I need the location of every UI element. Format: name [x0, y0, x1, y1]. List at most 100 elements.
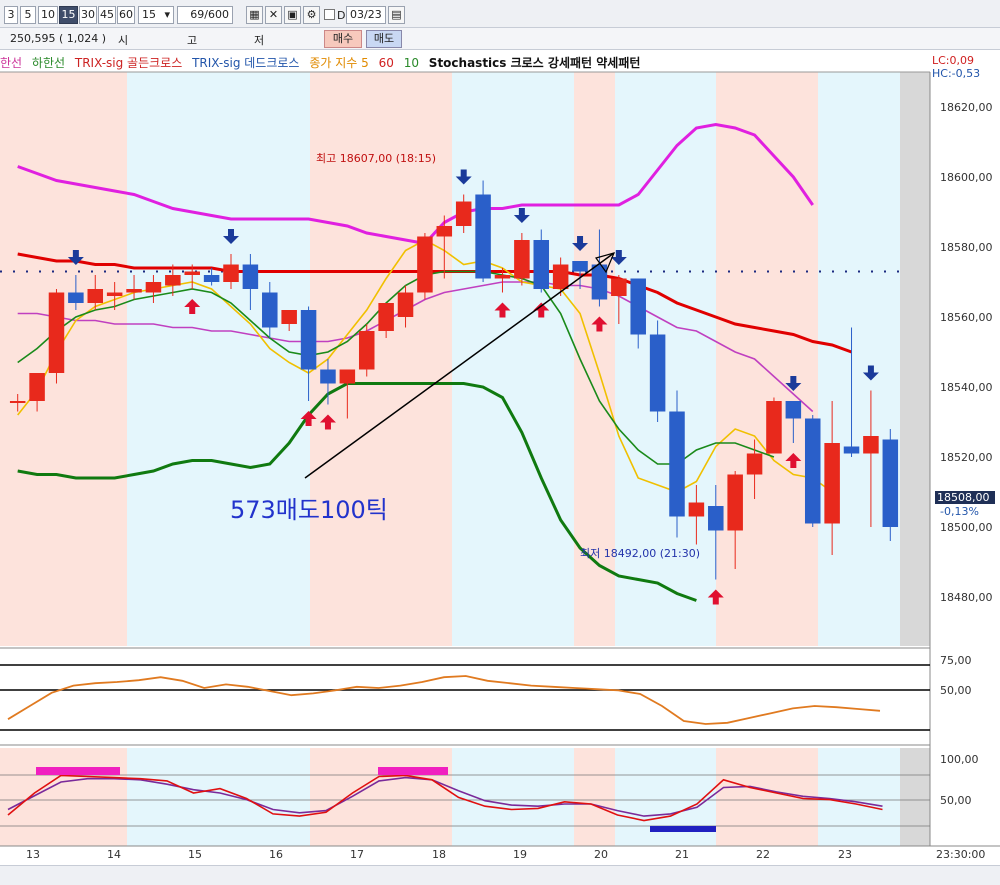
price-chart[interactable]	[0, 0, 1000, 865]
x-tick: 16	[269, 848, 283, 861]
osc2-tick: 100,00	[940, 753, 979, 766]
candle-body	[281, 310, 297, 324]
candle-body	[804, 418, 821, 524]
candle-body	[358, 331, 375, 370]
candle-body	[165, 275, 181, 286]
candle-body	[688, 502, 705, 517]
x-tick: 13	[26, 848, 40, 861]
x-tick: 20	[594, 848, 608, 861]
candle-body	[669, 411, 685, 517]
candle-body	[824, 443, 840, 524]
osc-band	[0, 650, 127, 742]
background-band	[452, 72, 574, 646]
x-tick: 14	[107, 848, 121, 861]
x-tick: 22	[756, 848, 770, 861]
x-tick: 18	[432, 848, 446, 861]
candle-body	[746, 453, 763, 475]
candle-body	[320, 369, 336, 384]
candle-body	[126, 289, 142, 293]
candle-body	[611, 278, 627, 296]
candle-body	[68, 292, 84, 303]
candle-body	[436, 226, 453, 237]
candle-body	[300, 310, 317, 370]
x-tick: 21	[675, 848, 689, 861]
x-tick: 15	[188, 848, 202, 861]
candle-body	[455, 201, 472, 226]
osc-band	[615, 650, 716, 742]
osc-band	[818, 748, 900, 846]
x-tick: 19	[513, 848, 527, 861]
background-band	[818, 72, 900, 646]
candle-body	[533, 240, 550, 289]
x-tick: 17	[350, 848, 364, 861]
candle-body	[475, 194, 491, 279]
price-tick: 18520,00	[940, 451, 993, 464]
candle-body	[9, 401, 26, 403]
candle-body	[184, 271, 200, 275]
background-band	[127, 72, 310, 646]
candle-body	[106, 292, 123, 296]
x-axis-time: 23:30:00	[936, 848, 986, 861]
osc-band	[452, 650, 574, 742]
candle-body	[572, 261, 588, 272]
price-tick: 18620,00	[940, 101, 993, 114]
candle-body	[48, 292, 65, 373]
osc-band	[127, 748, 310, 846]
candle-body	[87, 289, 104, 303]
candle-body	[882, 439, 899, 527]
bottom-scroll-bar[interactable]	[0, 865, 1000, 885]
candle-body	[514, 240, 530, 279]
candle-body	[262, 292, 278, 328]
candle-body	[242, 264, 259, 289]
candle-body	[785, 401, 802, 419]
osc-band	[574, 650, 615, 742]
osc1-tick: 50,00	[940, 684, 972, 697]
price-tick: 18580,00	[940, 241, 993, 254]
candle-body	[708, 506, 724, 531]
osc1-tick: 75,00	[940, 654, 972, 667]
candle-body	[649, 334, 666, 412]
candle-body	[223, 264, 239, 282]
candle-body	[145, 282, 162, 293]
candle-body	[494, 275, 511, 279]
osc-band	[900, 748, 930, 846]
candle-body	[727, 474, 743, 531]
price-tick: 18480,00	[940, 591, 993, 604]
sell-annotation: 573매도100틱	[230, 496, 388, 524]
candle-body	[843, 446, 860, 454]
osc2-tick: 50,00	[940, 794, 972, 807]
candle-body	[397, 292, 414, 317]
osc-band	[900, 650, 930, 742]
candle-body	[378, 303, 394, 331]
price-tick: 18540,00	[940, 381, 993, 394]
current-change: -0,13%	[940, 505, 979, 518]
weak-pattern-fill	[650, 826, 716, 832]
osc-band	[310, 650, 452, 742]
background-band	[716, 72, 818, 646]
x-tick: 23	[838, 848, 852, 861]
osc-band	[127, 650, 310, 742]
current-price-box: 18508,00	[935, 491, 995, 504]
price-tick: 18560,00	[940, 311, 993, 324]
candle-body	[203, 275, 220, 282]
osc-band	[716, 650, 818, 742]
strong-pattern-fill	[36, 767, 120, 775]
low-annotation: 최저 18492,00 (21:30)	[580, 547, 701, 560]
osc-band	[310, 748, 452, 846]
price-tick: 18500,00	[940, 521, 993, 534]
candle-body	[339, 369, 356, 384]
background-band	[900, 72, 930, 646]
candle-body	[552, 264, 569, 289]
candle-body	[766, 401, 782, 454]
high-annotation: 최고 18607,00 (18:15)	[316, 152, 437, 165]
osc-band	[574, 748, 615, 846]
price-tick: 18600,00	[940, 171, 993, 184]
osc-band	[452, 748, 574, 846]
candle-body	[417, 236, 433, 293]
osc-band	[0, 748, 127, 846]
candle-body	[630, 278, 646, 335]
candle-body	[863, 436, 879, 454]
osc-band	[818, 650, 900, 742]
candle-body	[29, 373, 45, 401]
strong-pattern-fill	[378, 767, 448, 775]
